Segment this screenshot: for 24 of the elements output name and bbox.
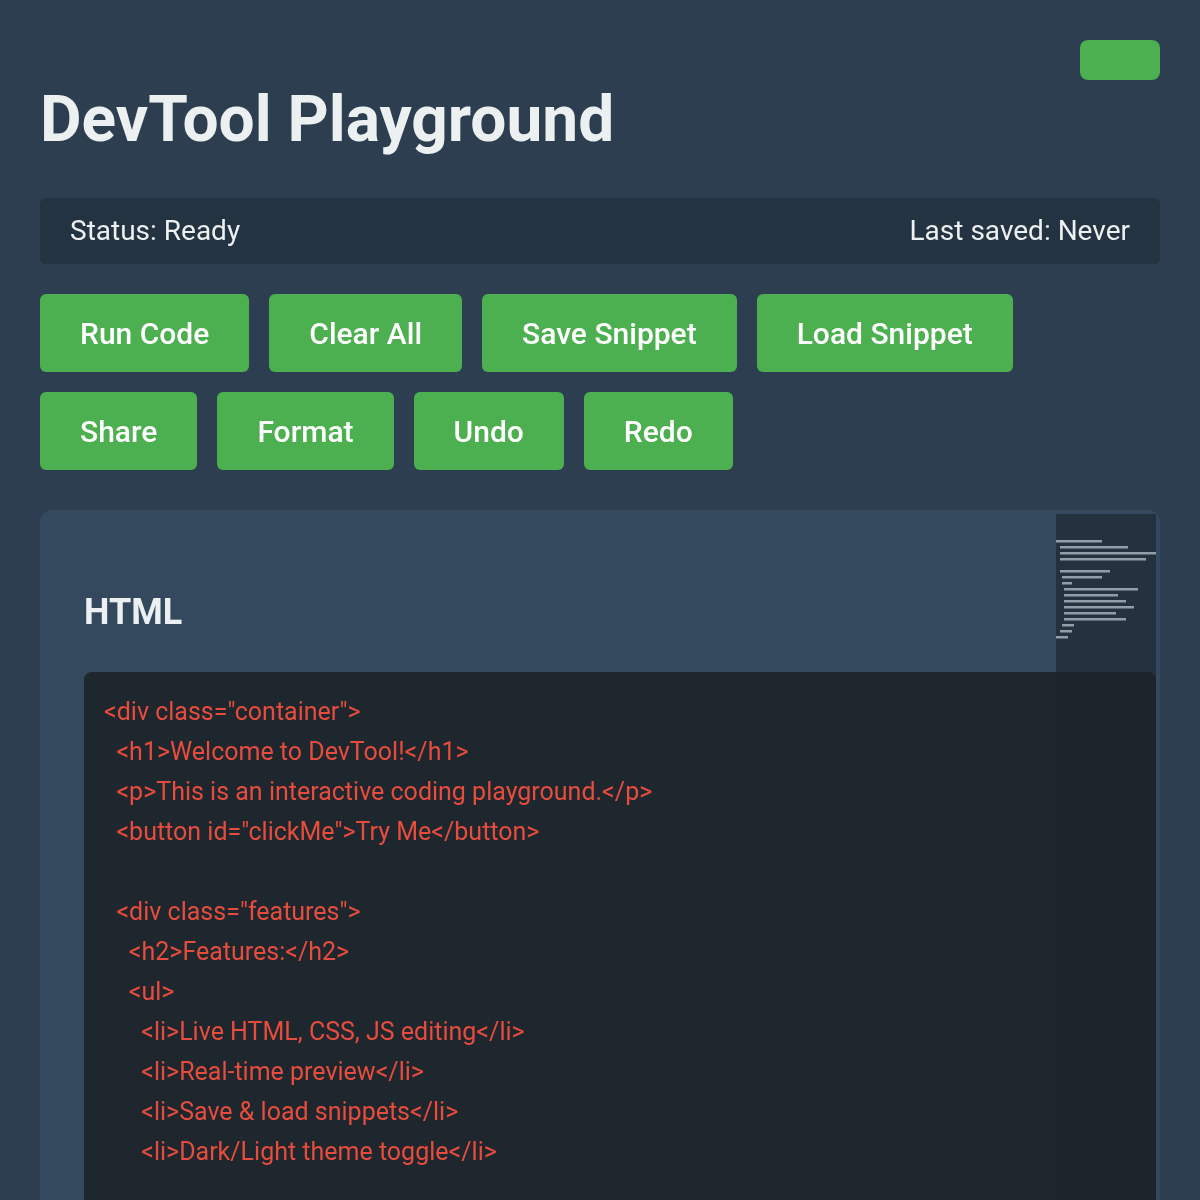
toolbar-button[interactable]: Undo xyxy=(413,392,564,470)
code-line: <p>This is an interactive coding playground.</p> xyxy=(115,776,653,809)
last-saved-text: Last saved: Never xyxy=(909,213,1130,249)
code-line: <ul> xyxy=(127,976,175,1009)
status-text: Status: Ready xyxy=(70,213,241,249)
toolbar-button[interactable]: Redo xyxy=(583,392,733,470)
toolbar-button[interactable]: Clear All xyxy=(269,294,463,372)
editor-title: HTML xyxy=(84,590,183,634)
toolbar-button[interactable]: Run Code xyxy=(40,294,250,372)
toolbar-button[interactable]: Save Snippet xyxy=(482,294,737,372)
toolbar-button[interactable]: Load Snippet xyxy=(756,294,1013,372)
code-line: <div class="features"> xyxy=(115,896,361,929)
code-line: <li>Live HTML, CSS, JS editing</li> xyxy=(140,1016,525,1049)
code-editor[interactable] xyxy=(84,672,1156,1200)
page-title: DevTool Playground xyxy=(40,84,615,156)
toolbar-button[interactable]: Share xyxy=(40,392,198,470)
toolbar-button[interactable]: Format xyxy=(217,392,394,470)
code-line: <li>Real-time preview</li> xyxy=(140,1056,424,1089)
code-line: <h2>Features:</h2> xyxy=(127,936,350,969)
code-line: <li>Dark/Light theme toggle</li> xyxy=(140,1136,497,1169)
code-line: <button id="clickMe">Try Me</button> xyxy=(115,816,540,849)
code-line: <h1>Welcome to DevTool!</h1> xyxy=(115,736,469,769)
code-line: <li>Save & load snippets</li> xyxy=(140,1096,459,1129)
code-line: <div class="container"> xyxy=(104,696,361,729)
